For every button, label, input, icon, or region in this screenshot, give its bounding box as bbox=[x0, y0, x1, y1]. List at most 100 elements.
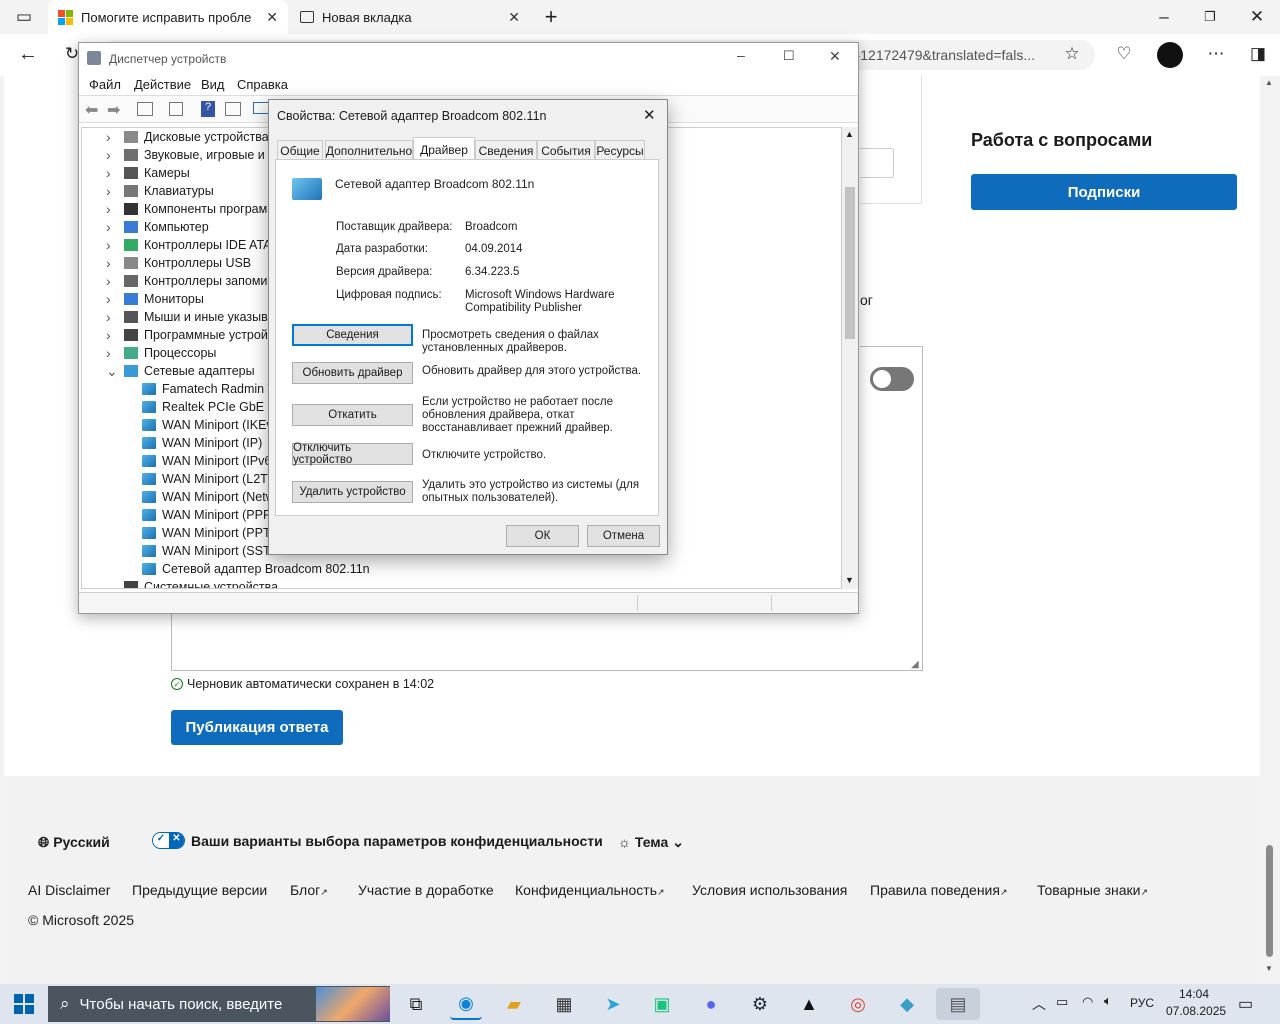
chevron-right-icon[interactable]: › bbox=[106, 327, 116, 343]
close-tab-icon[interactable]: ✕ bbox=[508, 9, 520, 26]
favorite-star-icon[interactable]: ☆ bbox=[1058, 40, 1086, 68]
disable-device-button[interactable]: Отключить устройство bbox=[292, 442, 413, 466]
toggle-switch[interactable] bbox=[870, 367, 914, 391]
footer-link-privacy[interactable]: Конфиденциальность↗ bbox=[515, 882, 665, 898]
tab-actions-icon[interactable]: ▭ bbox=[10, 3, 38, 31]
publish-button[interactable]: Публикация ответа bbox=[171, 710, 343, 745]
chrome-icon[interactable]: ◎ bbox=[842, 988, 874, 1020]
rollback-driver-button[interactable]: Откатить bbox=[292, 404, 413, 426]
chevron-right-icon[interactable]: › bbox=[106, 219, 116, 235]
browser-essentials-icon[interactable]: ♡ bbox=[1110, 40, 1138, 68]
more-menu-icon[interactable]: ⋯ bbox=[1202, 40, 1230, 68]
menu-file[interactable]: Файл bbox=[89, 77, 121, 92]
scrollbar-thumb[interactable] bbox=[1266, 845, 1273, 957]
chevron-down-icon[interactable]: ⌄ bbox=[106, 579, 118, 589]
forward-arrow-icon[interactable]: ➡ bbox=[107, 100, 120, 120]
tab-driver[interactable]: Драйвер bbox=[413, 137, 475, 161]
theme-selector[interactable]: ☼ Тема ⌄ bbox=[618, 834, 684, 851]
discord-icon[interactable]: ● bbox=[695, 988, 727, 1020]
notifications-icon[interactable]: ▭ bbox=[1238, 994, 1253, 1014]
menu-help[interactable]: Справка bbox=[237, 77, 288, 92]
language-selector[interactable]: 🌐︎ Русский bbox=[38, 834, 110, 851]
reply-editor[interactable] bbox=[171, 612, 923, 671]
update-driver-button[interactable]: Обновить драйвер bbox=[292, 362, 413, 384]
tree-category[interactable]: ⌄ Системные устройства bbox=[106, 578, 370, 589]
search-field-edge[interactable] bbox=[860, 148, 894, 178]
chevron-right-icon[interactable]: › bbox=[106, 273, 116, 289]
uninstall-device-button[interactable]: Удалить устройство bbox=[292, 481, 413, 503]
close-window-icon[interactable]: ✕ bbox=[1243, 3, 1271, 31]
view-icon[interactable] bbox=[225, 102, 241, 116]
subscribe-button[interactable]: Подписки bbox=[971, 174, 1237, 210]
back-arrow-icon[interactable]: ⬅ bbox=[85, 100, 98, 120]
wifi-icon[interactable]: ◠ bbox=[1082, 994, 1093, 1010]
sidebar-toggle-icon[interactable]: ◨ bbox=[1244, 40, 1272, 68]
task-view-icon[interactable]: ⧉ bbox=[400, 988, 432, 1020]
footer-link-contribute[interactable]: Участие в доработке bbox=[358, 882, 494, 898]
tree-scrollbar[interactable]: ▲ ▼ bbox=[842, 127, 858, 589]
chevron-right-icon[interactable]: › bbox=[106, 147, 116, 163]
battery-icon[interactable]: ▭ bbox=[1056, 994, 1068, 1010]
close-icon[interactable]: ✕ bbox=[643, 106, 656, 124]
start-windows-icon[interactable] bbox=[14, 994, 34, 1014]
chevron-right-icon[interactable]: › bbox=[106, 237, 116, 253]
footer-link-ai-disclaimer[interactable]: AI Disclaimer bbox=[28, 882, 110, 898]
volume-icon[interactable]: 🔈︎ bbox=[1104, 993, 1112, 1009]
clock[interactable]: 14:04 07.08.2025 bbox=[1166, 987, 1226, 1018]
store-icon[interactable]: ▦ bbox=[548, 988, 580, 1020]
show-hidden-icons-chevron-icon[interactable]: ︿ bbox=[1032, 994, 1046, 1014]
minimize-icon[interactable]: – bbox=[1150, 3, 1178, 31]
chevron-right-icon[interactable]: › bbox=[106, 345, 116, 361]
chevron-right-icon[interactable]: › bbox=[106, 291, 116, 307]
input-language[interactable]: РУС bbox=[1130, 996, 1154, 1010]
pycharm-icon[interactable]: ▣ bbox=[646, 988, 678, 1020]
minimize-icon[interactable]: – bbox=[737, 47, 745, 63]
resize-handle-icon[interactable]: ◢ bbox=[911, 659, 919, 670]
document-icon[interactable] bbox=[169, 102, 183, 116]
menu-view[interactable]: Вид bbox=[201, 77, 225, 92]
properties-icon[interactable] bbox=[137, 102, 153, 116]
footer-link-previous-versions[interactable]: Предыдущие версии bbox=[132, 882, 267, 898]
cancel-button[interactable]: Отмена bbox=[587, 525, 660, 547]
telegram-icon[interactable]: ➤ bbox=[597, 988, 629, 1020]
chevron-right-icon[interactable]: › bbox=[106, 309, 116, 325]
privacy-choices-link[interactable]: ✓ ✕ Ваши варианты выбора параметров конфи… bbox=[152, 832, 603, 849]
tree-scrollbar-thumb[interactable] bbox=[845, 187, 855, 339]
chevron-right-icon[interactable]: › bbox=[106, 165, 116, 181]
help-icon[interactable]: ? bbox=[201, 101, 215, 117]
chevron-right-icon[interactable]: › bbox=[106, 129, 116, 145]
app-icon[interactable]: ◆ bbox=[891, 988, 923, 1020]
footer-link-trademarks[interactable]: Товарные знаки↗ bbox=[1037, 882, 1148, 898]
tree-device[interactable]: Сетевой адаптер Broadcom 802.11n bbox=[106, 560, 370, 578]
taskbar-search[interactable]: ⌕ Чтобы начать поиск, введите bbox=[48, 986, 390, 1022]
device-manager-taskbar-icon[interactable]: ▤ bbox=[936, 988, 980, 1020]
close-tab-icon[interactable]: ✕ bbox=[266, 9, 278, 26]
monitor-icon[interactable] bbox=[253, 102, 269, 114]
tab-events[interactable]: События bbox=[537, 140, 595, 160]
driver-details-button[interactable]: Сведения bbox=[292, 324, 413, 346]
steam-icon[interactable]: ⚙ bbox=[744, 988, 776, 1020]
menu-action[interactable]: Действие bbox=[134, 77, 191, 92]
tab-active[interactable]: Помогите исправить проблему с ✕ bbox=[48, 0, 288, 34]
chevron-down-icon[interactable]: ⌄ bbox=[106, 363, 118, 380]
footer-link-terms[interactable]: Условия использования bbox=[692, 882, 847, 898]
ok-button[interactable]: ОК bbox=[506, 525, 579, 547]
restore-icon[interactable]: ❐ bbox=[1196, 3, 1224, 31]
footer-link-conduct[interactable]: Правила поведения↗ bbox=[870, 882, 1008, 898]
edge-icon[interactable]: ◉ bbox=[450, 988, 482, 1020]
chevron-right-icon[interactable]: › bbox=[106, 201, 116, 217]
back-arrow-icon[interactable]: ← bbox=[14, 40, 42, 68]
file-explorer-icon[interactable]: ▰ bbox=[498, 988, 530, 1020]
new-tab-plus-icon[interactable]: + bbox=[537, 3, 565, 31]
chevron-right-icon[interactable]: › bbox=[106, 255, 116, 271]
close-icon[interactable]: ✕ bbox=[829, 48, 841, 65]
tab-resources[interactable]: Ресурсы bbox=[595, 140, 645, 160]
tab-details[interactable]: Сведения bbox=[475, 140, 537, 160]
tab-advanced[interactable]: Дополнительно bbox=[325, 140, 413, 160]
scroll-down-icon[interactable]: ▼ bbox=[845, 575, 854, 585]
footer-link-blog[interactable]: Блог↗ bbox=[290, 882, 328, 898]
tab-general[interactable]: Общие bbox=[277, 140, 323, 160]
game-icon[interactable]: ▲ bbox=[793, 988, 825, 1020]
tab-new[interactable]: Новая вкладка ✕ bbox=[290, 0, 530, 34]
scroll-up-icon[interactable]: ▲ bbox=[845, 129, 854, 139]
